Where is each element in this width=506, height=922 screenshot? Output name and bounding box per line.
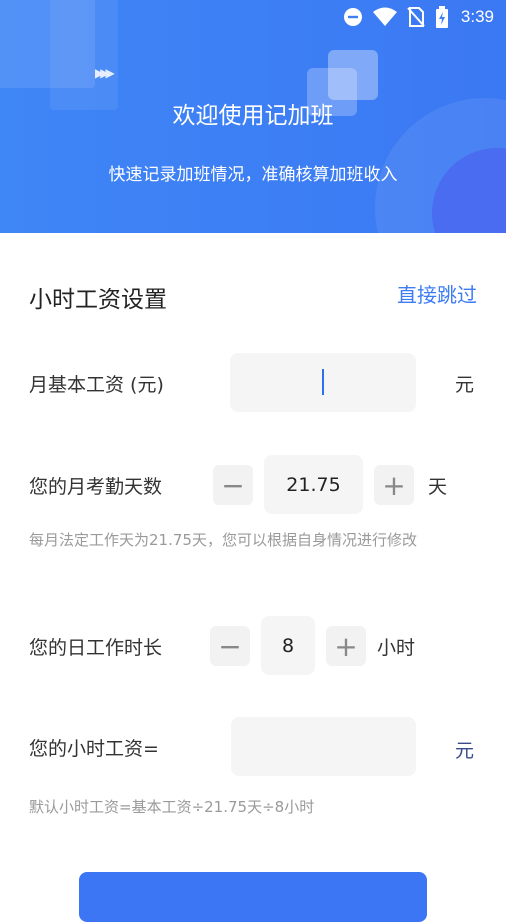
attendance-days-unit: 天: [428, 476, 448, 498]
decorative-card: [328, 50, 378, 100]
hourly-wage-hint: 默认小时工资=基本工资÷21.75天÷8小时: [29, 798, 315, 816]
base-salary-unit: 元: [455, 374, 475, 396]
attendance-days-field[interactable]: 21.75: [264, 455, 363, 514]
header-banner: ▶▶▶ 3:39 欢迎使用记加班 快速记录加班情况，准确核算加班收入: [0, 0, 506, 233]
attendance-days-label: 您的月考勤天数: [29, 476, 163, 498]
work-hours-label: 您的日工作时长: [29, 637, 163, 659]
do-not-disturb-icon: [343, 7, 363, 27]
work-hours-unit: 小时: [377, 637, 416, 659]
welcome-subtitle: 快速记录加班情况，准确核算加班收入: [108, 165, 398, 185]
welcome-title: 欢迎使用记加班: [172, 103, 334, 129]
decorative-square: [50, 0, 118, 110]
hourly-wage-label: 您的小时工资=: [29, 738, 159, 760]
decorative-arrows-icon: ▶▶▶: [95, 66, 115, 80]
submit-button[interactable]: [79, 872, 427, 922]
skip-button[interactable]: 直接跳过: [397, 279, 477, 308]
attendance-decrease-button[interactable]: −: [213, 465, 253, 505]
hourly-wage-unit: 元: [455, 740, 475, 762]
page-title: 小时工资设置: [29, 287, 167, 313]
attendance-days-hint: 每月法定工作天为21.75天，您可以根据自身情况进行修改: [29, 531, 417, 549]
base-salary-label: 月基本工资 (元): [29, 374, 164, 396]
attendance-increase-button[interactable]: +: [374, 465, 414, 505]
battery-charging-icon: [435, 6, 449, 28]
status-bar: 3:39: [343, 0, 506, 34]
hourly-wage-field[interactable]: [231, 717, 416, 776]
text-cursor: [322, 369, 324, 395]
work-hours-increase-button[interactable]: +: [326, 626, 366, 666]
clock-time: 3:39: [460, 7, 494, 26]
no-sim-icon: [407, 7, 425, 27]
wifi-icon: [372, 7, 397, 27]
work-hours-decrease-button[interactable]: −: [210, 626, 250, 666]
base-salary-input[interactable]: [230, 353, 416, 412]
work-hours-field[interactable]: 8: [261, 616, 315, 675]
